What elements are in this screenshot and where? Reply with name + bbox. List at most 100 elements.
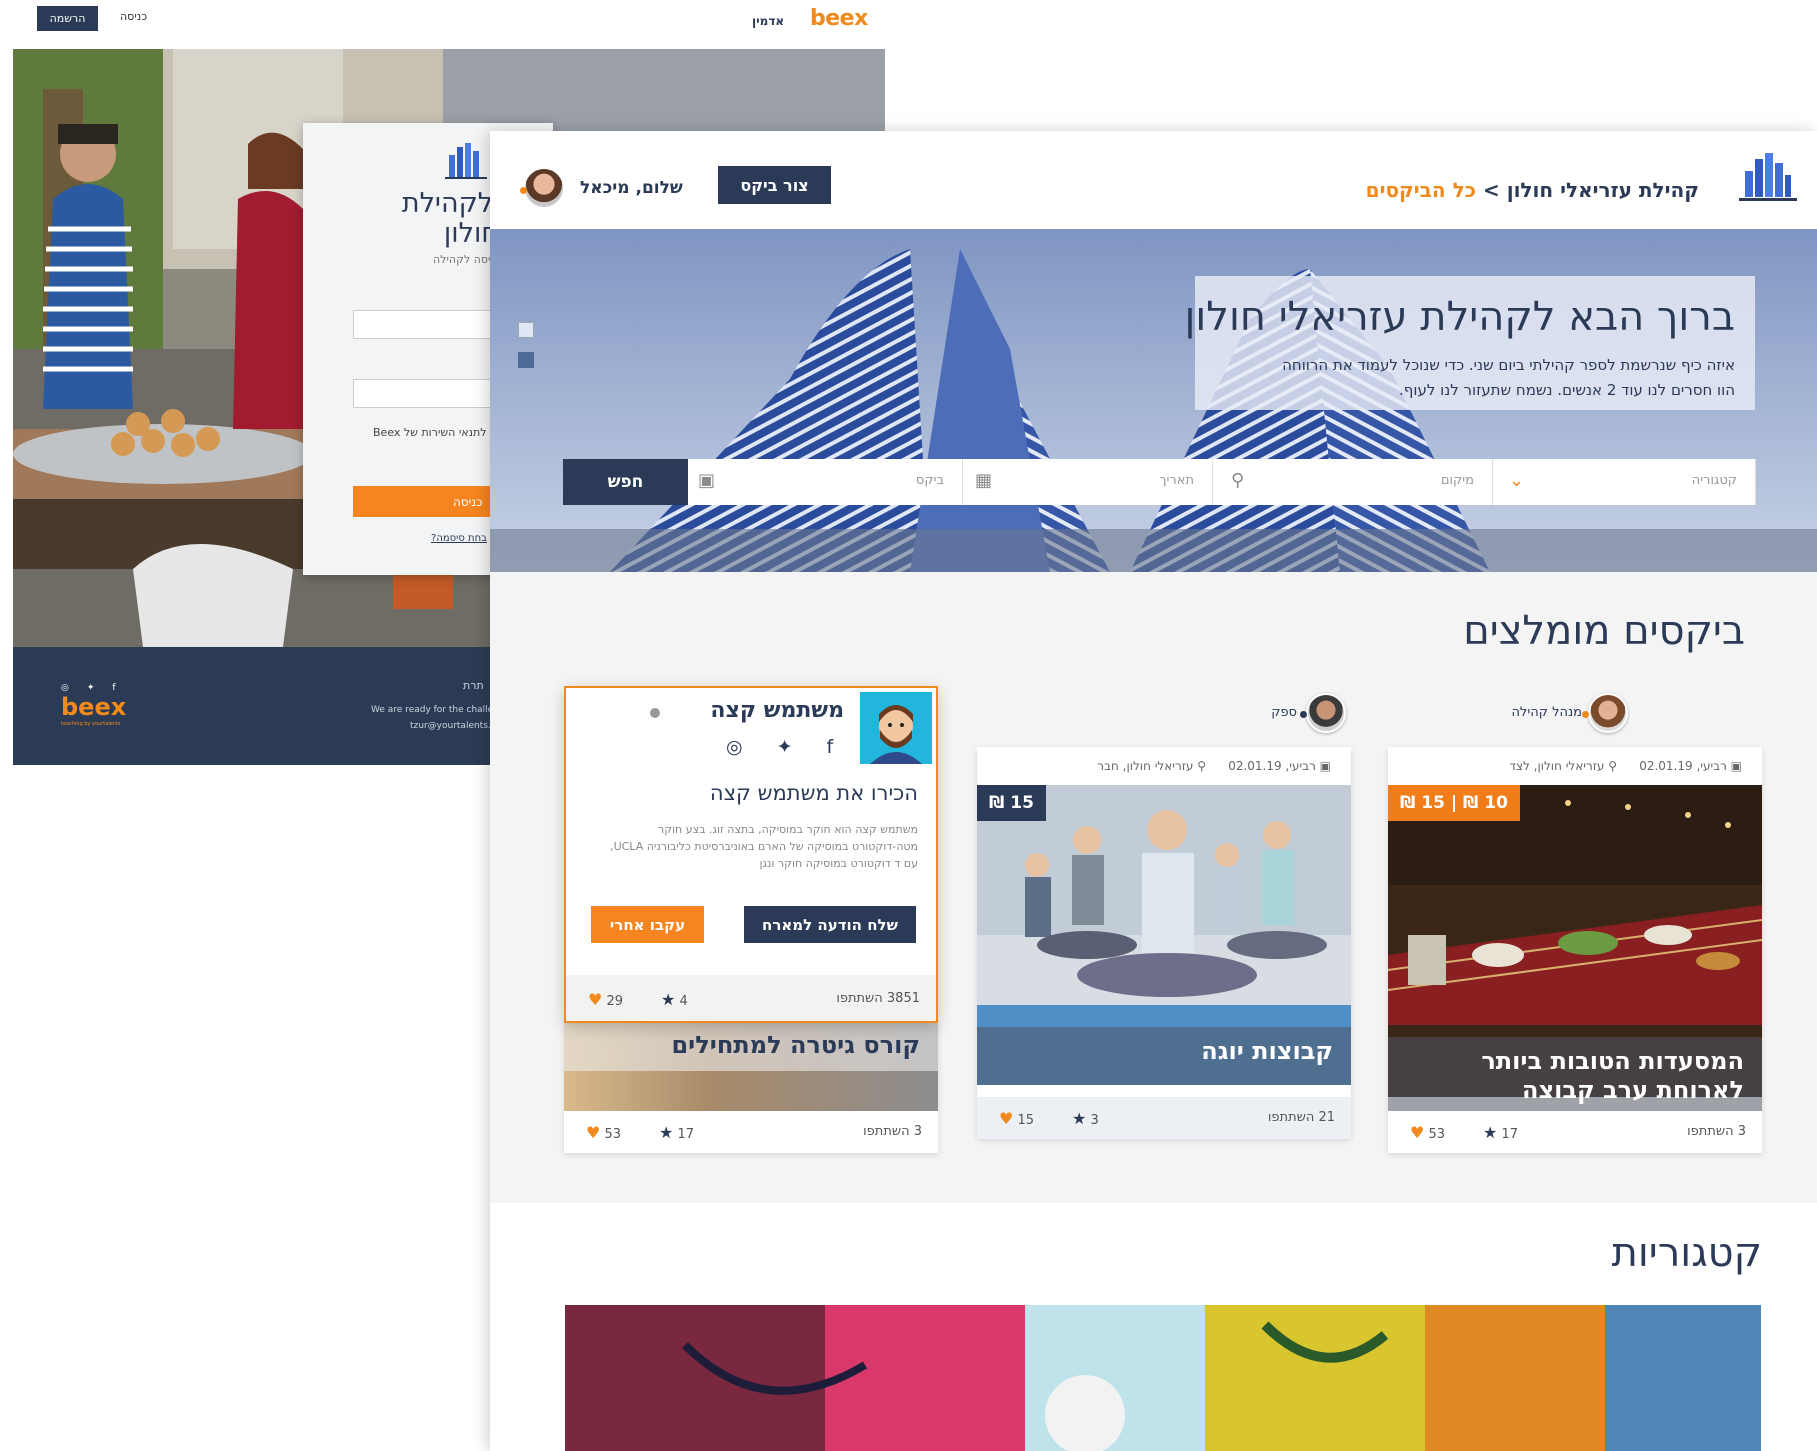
host-avatar[interactable] — [860, 692, 932, 764]
event-card-guitar[interactable]: קורס גיטרה למתחילים ♥ 53 ★ 17 3 השתתפו — [564, 1021, 938, 1153]
host-name[interactable]: משתמש קצה — [710, 698, 844, 723]
card-meta: ⚲ עזריאלי חולון, לצד ▣ רביעי, 02.01.19 — [1388, 747, 1762, 785]
event-card-yoga[interactable]: ⚲ עזריאלי חולון, חבר ▣ רביעי, 02.01.19 1… — [977, 747, 1351, 1139]
likes-count[interactable]: ♥ 53 — [1410, 1123, 1445, 1142]
online-status-dot — [520, 187, 527, 194]
online-status-dot — [1582, 711, 1589, 718]
event-card-restaurants[interactable]: ⚲ עזריאלי חולון, לצד ▣ רביעי, 02.01.19 1… — [1388, 747, 1762, 1153]
footer-social-icons: ◎ ✦ f — [61, 683, 116, 693]
footer-title: תרת — [463, 679, 484, 692]
slide-indicator[interactable] — [518, 322, 534, 338]
card-title[interactable]: המסעדות הטובות ביותר לארוחת ערב קבוצה — [1388, 1037, 1762, 1115]
likes-count[interactable]: ♥ 53 — [586, 1123, 621, 1142]
follow-button[interactable]: עקבו אחרי — [591, 906, 704, 943]
breadcrumb-all-beex[interactable]: כל הביקסים — [1366, 178, 1476, 202]
slide-indicator-active[interactable] — [518, 352, 534, 368]
terms-text[interactable]: Beex לתנאי השירות של — [373, 426, 487, 439]
hero-text: איזה כיף שנרשמת לספר קהילתי ביום שני. כד… — [1282, 356, 1735, 374]
host-bio: משתמש קצה הוא חוקר במוסיקה, בתצה זוג. בצ… — [610, 823, 918, 870]
footer-tagline: teaching by yourtalents — [61, 721, 121, 727]
calendar-icon: ▣ — [1726, 759, 1742, 773]
stars-count[interactable]: ★ 3 — [1072, 1109, 1099, 1128]
category-placeholder: קטגוריה — [1691, 473, 1737, 488]
card-title[interactable]: קבוצות יוגה — [977, 1027, 1351, 1085]
hero-title: ברוך הבא לקהילת עזריאלי חולון — [1184, 294, 1735, 340]
hero-text: הוו חסרים לנו עוד 2 אנשים. נשמח שתעזור ל… — [1399, 381, 1735, 399]
hero-welcome-panel: ברוך הבא לקהילת עזריאלי חולון איזה כיף ש… — [1184, 276, 1755, 410]
date-field[interactable]: ▦ תאריך — [963, 459, 1213, 505]
modal-subtitle: יסה לקהילה — [433, 253, 491, 266]
create-beex-button[interactable]: צור ביקס — [718, 166, 831, 204]
search-bar: חפש ▣ ביקס ▦ תאריך ⚲ מיקום ⌄ קטגוריה — [563, 459, 1756, 505]
calendar-plus-icon: ▣ — [698, 470, 716, 491]
organizer-name[interactable]: מנהל קהילה — [1511, 705, 1582, 720]
stars-count[interactable]: ★ 17 — [1483, 1123, 1518, 1142]
instagram-icon[interactable]: ◎ — [726, 736, 743, 758]
footer-email[interactable]: tzur@yourtalents.m — [410, 721, 500, 731]
star-icon: ★ — [1072, 1109, 1087, 1128]
community-header: קהילת עזריאלי חולון > כל הביקסים צור ביק… — [490, 131, 1817, 229]
beex-search-placeholder: ביקס — [915, 473, 944, 488]
facebook-icon[interactable]: f — [827, 736, 834, 758]
heart-icon: ♥ — [588, 990, 603, 1009]
card-footer: ♥ 15 ★ 3 21 השתתפו — [977, 1097, 1351, 1139]
login-page-topbar: הרשמה כניסה אדמין beex — [0, 0, 885, 48]
likes-count[interactable]: ♥ 29 — [588, 990, 623, 1009]
beex-logo[interactable]: beex — [810, 6, 868, 31]
beex-search-field[interactable]: ▣ ביקס — [688, 459, 963, 505]
price-badge: 15 ₪ — [977, 785, 1046, 821]
card-date: ▣ רביעי, 02.01.19 — [1639, 759, 1742, 773]
card-title[interactable]: קורס גיטרה למתחילים — [564, 1021, 938, 1071]
twitter-icon[interactable]: ✦ — [777, 736, 793, 758]
breadcrumb-separator: > — [1482, 178, 1500, 202]
participants-count: 3 השתתפו — [1687, 1124, 1746, 1139]
search-button[interactable]: חפש — [563, 459, 688, 505]
participants-count: 3 השתתפו — [863, 1124, 922, 1139]
hero-banner: ברוך הבא לקהילת עזריאלי חולון איזה כיף ש… — [490, 229, 1817, 572]
login-link[interactable]: כניסה — [120, 10, 147, 23]
recommended-section-title: ביקסים מומלצים — [1463, 608, 1745, 654]
stars-count[interactable]: ★ 17 — [659, 1123, 694, 1142]
twitter-icon[interactable]: ✦ — [87, 683, 95, 693]
stars-count[interactable]: ★ 4 — [661, 990, 688, 1009]
card-footer: ♥ 53 ★ 17 3 השתתפו — [1388, 1111, 1762, 1153]
heart-icon: ♥ — [999, 1109, 1014, 1128]
organizer-avatar[interactable] — [1306, 693, 1346, 733]
organizer-avatar[interactable] — [1588, 693, 1628, 733]
location-field[interactable]: ⚲ מיקום — [1213, 459, 1493, 505]
date-placeholder: תאריך — [1159, 473, 1194, 488]
online-status-dot — [1300, 711, 1307, 718]
community-page-window: קהילת עזריאלי חולון > כל הביקסים צור ביק… — [490, 131, 1817, 1451]
footer-logo: beex — [61, 693, 127, 721]
card-location: ⚲ עזריאלי חולון, לצד — [1509, 759, 1617, 773]
host-stats: ♥ 29 ★ 4 3851 השתתפו — [566, 975, 936, 1021]
categories-section-title: קטגוריות — [1611, 1230, 1762, 1276]
chevron-down-icon: ⌄ — [1509, 470, 1525, 491]
register-button[interactable]: הרשמה — [37, 6, 98, 31]
calendar-icon: ▦ — [975, 470, 993, 491]
send-message-button[interactable]: שלח הודעה למארח — [744, 906, 916, 943]
community-logo-icon[interactable] — [1737, 153, 1799, 205]
admin-link[interactable]: אדמין — [752, 14, 784, 28]
forgot-password-link[interactable]: ?בחת סיסמה — [431, 533, 487, 544]
breadcrumb-community[interactable]: קהילת עזריאלי חולון — [1507, 178, 1699, 202]
category-art-image[interactable] — [565, 1305, 1761, 1451]
likes-count[interactable]: ♥ 15 — [999, 1109, 1034, 1128]
card-meta: ⚲ עזריאלי חולון, חבר ▣ רביעי, 02.01.19 — [977, 747, 1351, 785]
star-icon: ★ — [661, 990, 676, 1009]
facebook-icon[interactable]: f — [112, 683, 115, 693]
card-location: ⚲ עזריאלי חולון, חבר — [1097, 759, 1206, 773]
participants-count: 21 השתתפו — [1267, 1110, 1335, 1125]
user-avatar[interactable] — [520, 167, 565, 209]
organizer-name[interactable]: ספק — [1271, 705, 1297, 720]
status-dot — [650, 708, 660, 718]
category-dropdown[interactable]: ⌄ קטגוריה — [1493, 459, 1756, 505]
heart-icon: ♥ — [586, 1123, 601, 1142]
community-logo-icon — [445, 143, 487, 179]
breadcrumb: קהילת עזריאלי חולון > כל הביקסים — [1366, 178, 1699, 202]
heart-icon: ♥ — [1410, 1123, 1425, 1142]
user-greeting[interactable]: שלום, מיכאל — [580, 178, 683, 198]
star-icon: ★ — [659, 1123, 674, 1142]
instagram-icon[interactable]: ◎ — [61, 683, 69, 693]
star-icon: ★ — [1483, 1123, 1498, 1142]
